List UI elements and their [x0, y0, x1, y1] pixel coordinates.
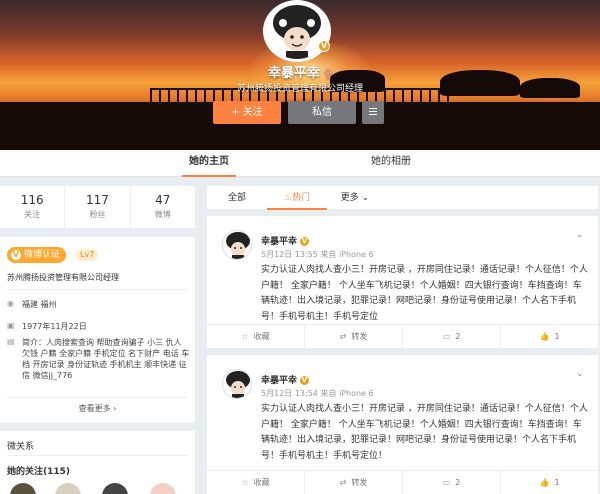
location-icon: ◉: [7, 299, 14, 308]
comment-button[interactable]: ▭ 2: [403, 325, 501, 348]
feed-filter-bar: 全部 ♨热门 更多 ⌄: [207, 186, 598, 210]
post-author[interactable]: 幸暴平幸 V: [261, 373, 310, 386]
profile-nickname: 幸暴平幸 ♀: [267, 66, 333, 81]
post-text: 实力认证人肉找人查小三！开房记录 ，开房同住记录！通话记录！个人征信！个人户籍！…: [261, 265, 588, 322]
profile-avatar[interactable]: [263, 0, 331, 62]
profile-intro: 简介：人肉搜索查询 帮助查询骗子 小三 仇人 欠钱 户籍 全家户籍 手机定位 名…: [22, 338, 190, 380]
star-icon: ☆: [241, 478, 249, 487]
tab-home[interactable]: 她的主页: [182, 150, 236, 177]
stat-following[interactable]: 116 关注: [0, 186, 66, 228]
like-button[interactable]: 👍 1: [501, 325, 598, 348]
more-options-button[interactable]: [362, 101, 384, 124]
following-avatar[interactable]: [55, 483, 81, 494]
profile-company: 苏州腾扬投资管理有限公司经理: [236, 84, 363, 94]
feed-post: 幸暴平幸 V 5月12日 13:55 来自 iPhone 6 ⌄ 实力认证人肉找人…: [207, 216, 598, 348]
like-button[interactable]: 👍 1: [501, 471, 598, 494]
divider: [7, 289, 188, 290]
verified-icon: V: [11, 250, 21, 260]
post-action-bar: ☆ 收藏 ⇄ 转发 ▭ 2 👍 1: [207, 470, 598, 494]
birthday-row: ▣ 1977年11月22日: [7, 321, 87, 331]
comment-button[interactable]: ▭ 2: [403, 471, 501, 494]
see-more-link[interactable]: 查看更多 ›: [0, 403, 195, 414]
post-menu-chevron-icon[interactable]: ⌄: [576, 230, 584, 240]
relations-title: 微关系: [7, 442, 35, 452]
divider: [7, 397, 188, 398]
profile-info-card: V 微博认证 Lv7 苏州腾扬投资管理有限公司经理 ◉ 福建 福州 ▣ 1977年11…: [0, 237, 195, 423]
thumbs-up-icon: 👍: [539, 332, 550, 341]
stat-posts[interactable]: 47 微博: [131, 186, 195, 228]
stat-followers[interactable]: 117 粉丝: [65, 186, 131, 228]
post-timestamp[interactable]: 5月12日 13:54 来自 iPhone 6: [261, 388, 374, 399]
feed-post: 幸暴平幸 V 5月12日 13:54 来自 iPhone 6 ⌄ 实力认证人肉找人…: [207, 355, 598, 494]
repost-button[interactable]: ⇄ 转发: [305, 471, 403, 494]
verification-text: 苏州腾扬投资管理有限公司经理: [7, 273, 119, 282]
fire-icon: ♨: [283, 193, 293, 203]
post-avatar[interactable]: [222, 369, 252, 399]
tab-album[interactable]: 她的相册: [364, 150, 418, 177]
chevron-down-icon: ⌄: [361, 193, 370, 203]
profile-tabs: 她的主页 她的相册: [0, 150, 600, 177]
post-text: 实力认证人肉找人查小三！开房记录 ，开房同住记录！通话记录！个人征信！个人户籍！…: [261, 404, 588, 461]
post-action-bar: ☆ 收藏 ⇄ 转发 ▭ 2 👍 1: [207, 324, 598, 348]
post-timestamp[interactable]: 5月12日 13:55 来自 iPhone 6: [261, 249, 374, 260]
repost-icon: ⇄: [339, 332, 347, 341]
collect-button[interactable]: ☆ 收藏: [207, 471, 305, 494]
following-avatar[interactable]: [102, 483, 128, 494]
verified-badge-icon: V: [318, 40, 330, 52]
following-avatar[interactable]: [150, 483, 176, 494]
filter-more[interactable]: 更多 ⌄: [335, 186, 375, 210]
collect-button[interactable]: ☆ 收藏: [207, 325, 305, 348]
filter-hot[interactable]: ♨热门: [267, 186, 327, 210]
star-icon: ☆: [241, 332, 249, 341]
thumbs-up-icon: 👍: [539, 478, 550, 487]
profile-stats: 116 关注 117 粉丝 47 微博: [0, 186, 195, 228]
follow-button[interactable]: + 关注: [213, 101, 281, 124]
comment-icon: ▭: [442, 332, 451, 341]
verification-tag[interactable]: V 微博认证: [7, 247, 67, 263]
verified-icon: V: [300, 237, 310, 246]
level-badge[interactable]: Lv7: [76, 249, 99, 261]
post-menu-chevron-icon[interactable]: ⌄: [576, 369, 584, 379]
message-button[interactable]: 私信: [288, 101, 356, 124]
comment-icon: ▭: [442, 478, 451, 487]
following-count-link[interactable]: 她的关注(115): [7, 464, 70, 477]
intro-icon: ▤: [7, 337, 15, 346]
female-gender-icon: ♀: [323, 67, 333, 80]
location-row: ◉ 福建 福州: [7, 299, 57, 309]
divider: [7, 455, 188, 456]
repost-icon: ⇄: [339, 478, 347, 487]
following-avatar[interactable]: [10, 483, 36, 494]
menu-icon: [369, 107, 377, 115]
verified-icon: V: [300, 376, 310, 385]
birthday-icon: ▣: [7, 321, 15, 330]
post-author[interactable]: 幸暴平幸 V: [261, 234, 310, 247]
post-avatar[interactable]: [222, 230, 252, 260]
relations-card: 微关系 她的关注(115): [0, 431, 195, 494]
repost-button[interactable]: ⇄ 转发: [305, 325, 403, 348]
filter-all[interactable]: 全部: [217, 186, 257, 210]
